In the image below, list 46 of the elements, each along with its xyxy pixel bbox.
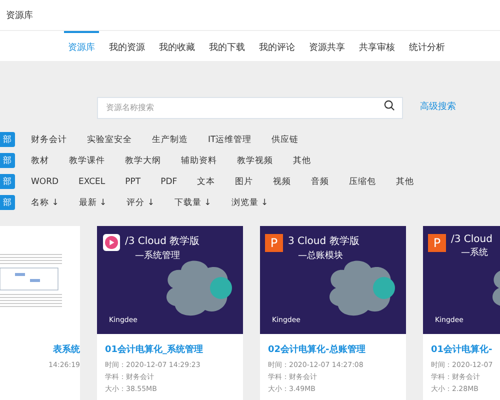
nav-tab[interactable]: 资源共享: [305, 31, 349, 61]
slide-title: 3 Cloud 教学版: [288, 235, 360, 248]
file-type-badge: P: [428, 234, 446, 252]
slide-title: /3 Cloud: [451, 234, 492, 245]
filter-option[interactable]: PPT: [117, 174, 149, 189]
filter-option[interactable]: 浏览量 ↓: [223, 195, 276, 210]
filter-option[interactable]: 生产制造: [144, 132, 196, 147]
slide-title: /3 Cloud 教学版: [125, 235, 200, 248]
page-title: 资源库: [6, 10, 33, 22]
filter-option[interactable]: 辅助资料: [173, 153, 225, 168]
filter-option[interactable]: WORD: [23, 174, 67, 189]
filter-option[interactable]: 其他: [388, 174, 422, 189]
filter-option[interactable]: IT运维管理: [200, 132, 260, 147]
filter-option[interactable]: 教学大纲: [117, 153, 169, 168]
nav-tab[interactable]: 我的下载: [205, 31, 249, 61]
nav-tab[interactable]: 我的资源: [105, 31, 149, 61]
filter-option[interactable]: 教学视频: [229, 153, 281, 168]
filter-option[interactable]: 财务会计: [23, 132, 75, 147]
filter-option[interactable]: 压缩包: [341, 174, 384, 189]
filter-option[interactable]: 实验室安全: [79, 132, 140, 147]
filter-option[interactable]: 供应链: [264, 132, 307, 147]
filter-option[interactable]: 评分 ↓: [118, 195, 162, 210]
filter-option[interactable]: 文本: [189, 174, 224, 189]
filter-option[interactable]: EXCEL: [70, 174, 114, 189]
filter-option[interactable]: 教学课件: [61, 153, 113, 168]
slide-title: —总账模块: [298, 250, 343, 262]
search-icon[interactable]: [384, 100, 395, 111]
filter-option[interactable]: PDF: [152, 174, 186, 189]
filter-option[interactable]: 音频: [303, 174, 338, 189]
nav-tab[interactable]: 统计分析: [405, 31, 449, 61]
nav-tab[interactable]: 我的评论: [255, 31, 299, 61]
filter-option[interactable]: 最新 ↓: [70, 195, 115, 210]
slide-title: —系统管理: [135, 250, 180, 262]
file-type-badge: P: [265, 234, 283, 252]
search-field[interactable]: 资源名称搜索: [97, 96, 403, 118]
nav-tab[interactable]: 资源库: [64, 31, 99, 61]
filter-option[interactable]: 视频: [265, 174, 300, 189]
filter-option[interactable]: 图片: [227, 174, 262, 189]
play-icon: [103, 234, 120, 251]
slide-title: —系统: [461, 246, 488, 259]
filter-option[interactable]: 下载量 ↓: [166, 195, 220, 210]
nav-tab[interactable]: 共享审核: [355, 31, 399, 61]
nav-tab[interactable]: 我的收藏: [155, 31, 199, 61]
filter-option[interactable]: 教材: [23, 153, 57, 168]
filter-option[interactable]: 其他: [285, 153, 319, 168]
filter-option[interactable]: 名称 ↓: [23, 195, 67, 210]
